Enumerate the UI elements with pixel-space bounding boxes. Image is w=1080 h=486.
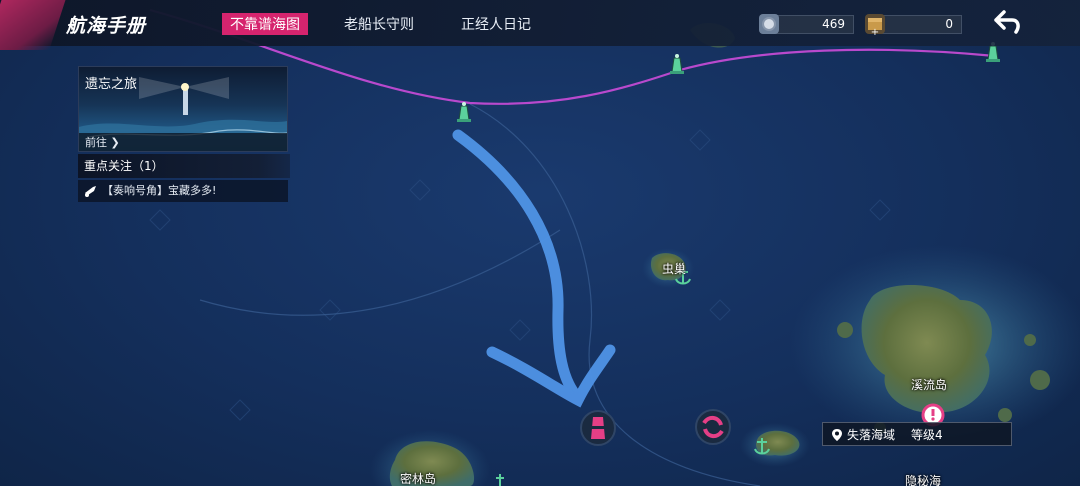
chest-value: 0 xyxy=(945,17,953,31)
place-label-insect-nest: 虫巢 xyxy=(662,262,687,276)
island-small-east[interactable] xyxy=(740,423,810,467)
quest-marker-icon[interactable] xyxy=(695,409,731,445)
goto-button[interactable]: 前往 ❯ xyxy=(85,134,120,150)
treasure-chest-icon[interactable]: + xyxy=(864,13,886,35)
focus-header: 重点关注（1） xyxy=(78,154,290,178)
header-accent-stripe xyxy=(0,0,67,50)
annotation-arrow xyxy=(452,129,616,408)
task-text: 宝藏多多! xyxy=(168,184,217,197)
location-pin-icon xyxy=(832,429,842,441)
buoy-icon[interactable] xyxy=(457,102,471,122)
quest-marker-icon[interactable] xyxy=(580,410,616,446)
place-label-hidden-sea: 隐秘海 xyxy=(905,474,942,486)
tab-captain-rules[interactable]: 老船长守则 xyxy=(344,14,414,34)
chevron-right-icon: ❯ xyxy=(110,136,120,149)
buoy-icon[interactable] xyxy=(670,54,684,74)
quest-card-footer: 前往 ❯ xyxy=(79,133,287,151)
region-info-box: 失落海域 等级4 xyxy=(822,422,1012,446)
quest-card[interactable]: 遗忘之旅 前往 ❯ xyxy=(78,66,288,152)
return-arrow-icon[interactable] xyxy=(988,8,1024,38)
svg-text:+: + xyxy=(871,27,879,35)
quest-panel: 遗忘之旅 前往 ❯ 重点关注（1） 【奏响号角】宝藏多多! xyxy=(78,66,290,202)
silver-coin-icon xyxy=(759,14,779,34)
page-title: 航海手册 xyxy=(66,15,147,37)
top-bar: 航海手册 不靠谱海图 老船长守则 正经人日记 469 0 + xyxy=(0,0,1080,50)
goto-label: 前往 xyxy=(85,136,107,149)
tab-diary[interactable]: 正经人日记 xyxy=(461,14,531,34)
quest-card-title: 遗忘之旅 xyxy=(85,77,138,92)
task-tag: 【奏响号角】 xyxy=(102,184,168,197)
place-label-dense-forest-island: 密林岛 xyxy=(400,472,437,486)
region-level: 等级4 xyxy=(911,428,943,442)
region-name: 失落海域 xyxy=(847,428,896,442)
tab-chart[interactable]: 不靠谱海图 xyxy=(222,13,308,35)
chest-counter: 0 xyxy=(878,15,962,34)
sea-chart-screen: { "header": { "title": "航海手册", "tabs": [… xyxy=(0,0,1080,486)
silver-counter: 469 xyxy=(772,15,854,34)
place-label-stream-island: 溪流岛 xyxy=(911,378,948,392)
silver-value: 469 xyxy=(822,17,845,31)
task-item[interactable]: 【奏响号角】宝藏多多! xyxy=(78,180,288,202)
horn-icon xyxy=(85,186,96,197)
anchor-icon[interactable] xyxy=(496,474,504,486)
